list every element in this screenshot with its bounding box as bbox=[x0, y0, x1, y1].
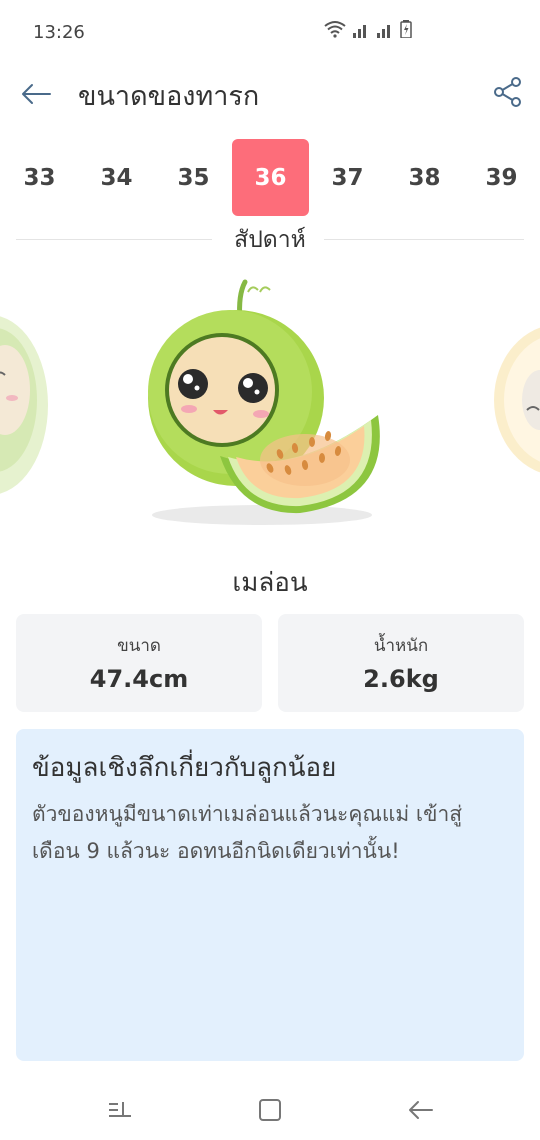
week-item-38[interactable]: 38 bbox=[386, 139, 463, 216]
status-time: 13:26 bbox=[33, 22, 85, 43]
week-selector: 33 34 35 36 37 38 39 bbox=[0, 139, 540, 216]
next-fruit-image[interactable] bbox=[494, 324, 540, 476]
melon-image bbox=[148, 279, 380, 525]
week-item-36-selected[interactable]: 36 bbox=[232, 139, 309, 216]
size-value: 47.4cm bbox=[89, 665, 189, 693]
insight-text: ตัวของหนูมีขนาดเท่าเมล่อนแล้วนะคุณแม่ เข… bbox=[32, 802, 463, 863]
back-icon[interactable] bbox=[404, 1094, 436, 1126]
week-item-37[interactable]: 37 bbox=[309, 139, 386, 216]
size-label: ขนาด bbox=[117, 636, 161, 656]
app-bar: ขนาดของทารก bbox=[0, 64, 540, 122]
weight-card: น้ำหนัก 2.6kg bbox=[278, 614, 524, 712]
week-item-35[interactable]: 35 bbox=[155, 139, 232, 216]
weight-label: น้ำหนัก bbox=[373, 636, 429, 656]
status-icons bbox=[324, 20, 412, 38]
back-arrow-icon[interactable] bbox=[18, 76, 54, 112]
home-icon[interactable] bbox=[254, 1094, 286, 1126]
insight-title: ข้อมูลเชิงลึกเกี่ยวกับลูกน้อย bbox=[32, 753, 337, 783]
recent-apps-icon[interactable] bbox=[104, 1094, 136, 1126]
baby-insight-box: ข้อมูลเชิงลึกเกี่ยวกับลูกน้อย ตัวของหนูม… bbox=[16, 729, 524, 1061]
week-item-39[interactable]: 39 bbox=[463, 139, 540, 216]
signal-icon-2 bbox=[377, 25, 390, 38]
week-item-33[interactable]: 33 bbox=[1, 139, 78, 216]
fruit-name: เมล่อน bbox=[232, 568, 308, 598]
system-nav-bar bbox=[0, 1080, 540, 1140]
signal-icon bbox=[353, 25, 366, 38]
fruit-carousel[interactable] bbox=[0, 270, 540, 540]
wifi-icon bbox=[324, 21, 346, 38]
battery-icon bbox=[400, 20, 412, 38]
weight-value: 2.6kg bbox=[363, 665, 439, 693]
previous-fruit-image[interactable] bbox=[0, 315, 48, 495]
week-item-34[interactable]: 34 bbox=[78, 139, 155, 216]
share-icon[interactable] bbox=[492, 76, 524, 108]
page-title: ขนาดของทารก bbox=[78, 81, 260, 112]
status-bar: 13:26 bbox=[0, 0, 540, 64]
week-label: สัปดาห์ bbox=[234, 227, 306, 253]
size-card: ขนาด 47.4cm bbox=[16, 614, 262, 712]
